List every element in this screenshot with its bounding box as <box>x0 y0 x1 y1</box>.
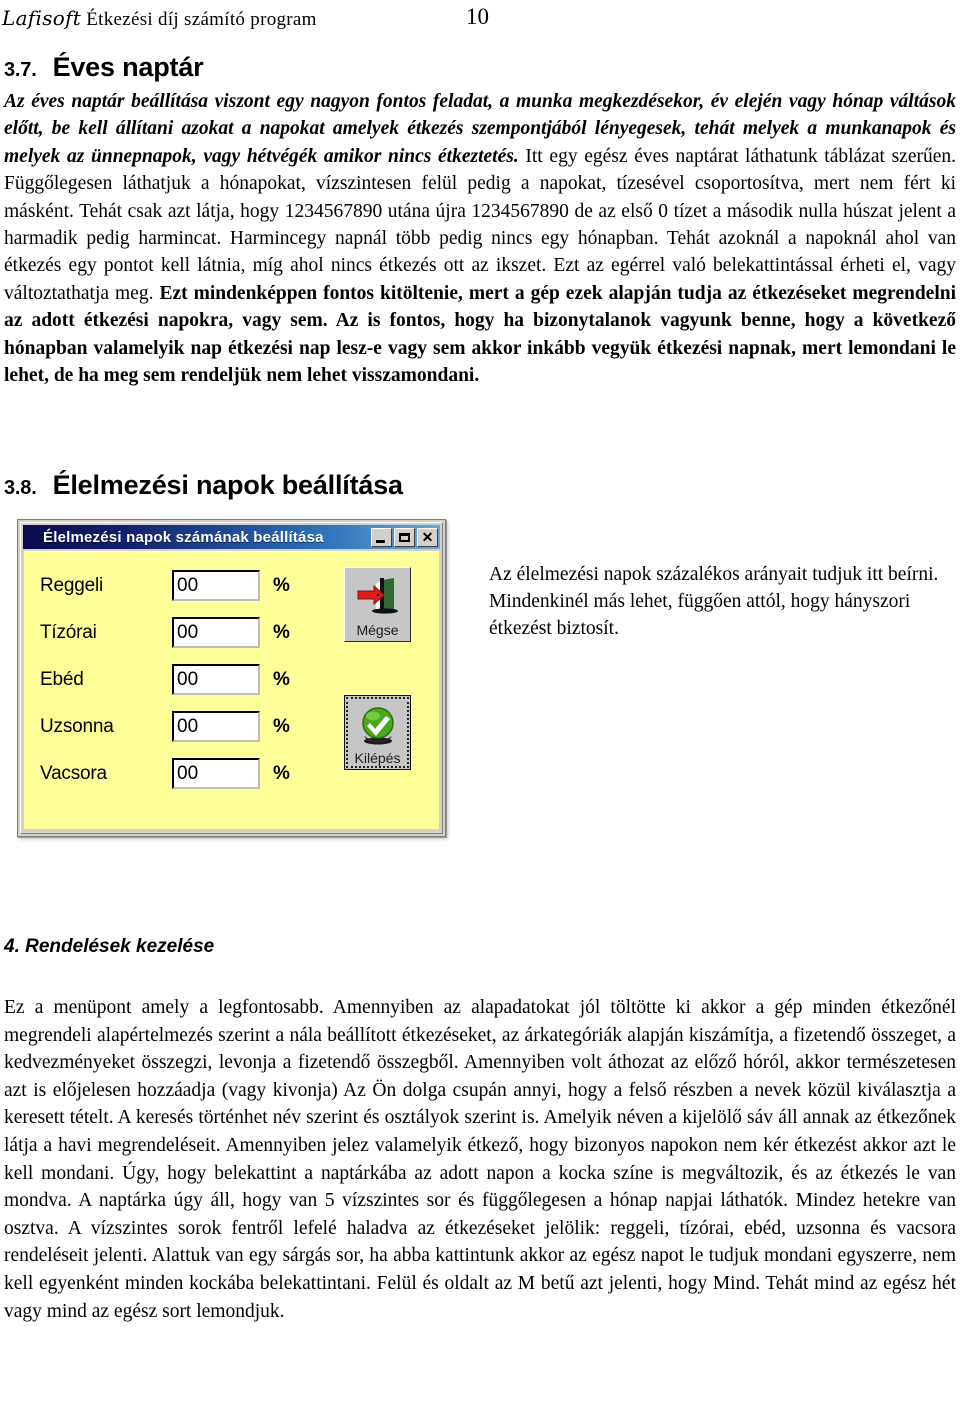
field-label-ebed: Ebéd <box>40 668 84 690</box>
dialog-titlebar[interactable]: Élelmezési napok számának beállítása ✕ <box>23 525 440 549</box>
field-input-tizorai[interactable]: 00 <box>172 617 260 648</box>
exit-button-label: Kilépés <box>354 750 401 766</box>
dialog-frame: Élelmezési napok számának beállítása ✕ R… <box>20 522 443 834</box>
maximize-button[interactable] <box>394 527 415 547</box>
heading-number-3-7: 3.7. <box>4 59 37 81</box>
heading-title-3-7: Éves naptár <box>52 52 204 82</box>
field-label-uzsonna: Uzsonna <box>40 715 114 737</box>
page-running-header: Lafisoft Étkezési díj számító program 10 <box>0 4 960 36</box>
field-row-uzsonna: Uzsonna 00 % <box>40 707 290 746</box>
field-input-ebed[interactable]: 00 <box>172 664 260 695</box>
cancel-button[interactable]: Mégse <box>344 567 411 642</box>
field-unit-uzsonna: % <box>273 715 290 737</box>
maximize-icon <box>399 532 410 542</box>
field-label-tizorai: Tízórai <box>40 621 97 643</box>
cancel-button-label: Mégse <box>356 622 399 638</box>
field-unit-ebed: % <box>273 668 290 690</box>
field-label-reggeli: Reggeli <box>40 574 104 596</box>
brand-subtitle: Étkezési díj számító program <box>81 9 317 30</box>
field-input-uzsonna[interactable]: 00 <box>172 711 260 742</box>
brand-logotype: Lafisoft <box>2 6 82 30</box>
paragraph-part-roman: Itt egy egész éves naptárat láthatunk tá… <box>4 145 957 304</box>
document-brand: Lafisoft Étkezési díj számító program <box>2 6 317 31</box>
meal-percentage-field-list: Reggeli 00 % Tízórai 00 % Ebéd 00 % Uzso… <box>40 566 290 801</box>
dialog-side-note: Az élelmezési napok százalékos arányait … <box>489 564 939 639</box>
exit-door-red-arrow-icon <box>345 568 410 623</box>
minimize-button[interactable] <box>371 527 392 547</box>
field-input-vacsora[interactable]: 00 <box>172 758 260 789</box>
paragraph-section-4: Ez a menüpont amely a legfontosabb. Amen… <box>4 997 956 1322</box>
field-unit-reggeli: % <box>273 574 290 596</box>
dialog-title: Élelmezési napok számának beállítása <box>43 528 324 546</box>
close-button[interactable]: ✕ <box>417 527 438 547</box>
heading-section-3-8: 3.8. Élelmezési napok beállítása <box>4 470 403 501</box>
heading-number-3-8: 3.8. <box>4 477 37 499</box>
field-input-reggeli[interactable]: 00 <box>172 570 260 601</box>
field-unit-vacsora: % <box>273 762 290 784</box>
heading-section-3-7: 3.7. Éves naptár <box>4 52 204 83</box>
close-icon: ✕ <box>421 529 434 545</box>
heading-title-3-8: Élelmezési napok beállítása <box>52 470 403 500</box>
page-number: 10 <box>466 4 489 29</box>
paragraph-section-3-7: Az éves naptár beállítása viszont egy na… <box>4 88 956 389</box>
field-unit-tizorai: % <box>273 621 290 643</box>
dialog-client-area: Reggeli 00 % Tízórai 00 % Ebéd 00 % Uzso… <box>24 551 439 829</box>
heading-section-4: 4. Rendelések kezelése <box>4 936 215 957</box>
window-control-buttons: ✕ <box>371 527 438 547</box>
exit-button[interactable]: Kilépés <box>344 695 411 770</box>
dialog-screenshot-elelmezesi-napok: Élelmezési napok számának beállítása ✕ R… <box>17 519 446 837</box>
field-row-ebed: Ebéd 00 % <box>40 660 290 699</box>
green-sphere-checkmark-icon <box>345 696 410 751</box>
field-row-tizorai: Tízórai 00 % <box>40 613 290 652</box>
field-label-vacsora: Vacsora <box>40 762 107 784</box>
minimize-icon <box>376 539 385 543</box>
field-row-vacsora: Vacsora 00 % <box>40 754 290 793</box>
field-row-reggeli: Reggeli 00 % <box>40 566 290 605</box>
